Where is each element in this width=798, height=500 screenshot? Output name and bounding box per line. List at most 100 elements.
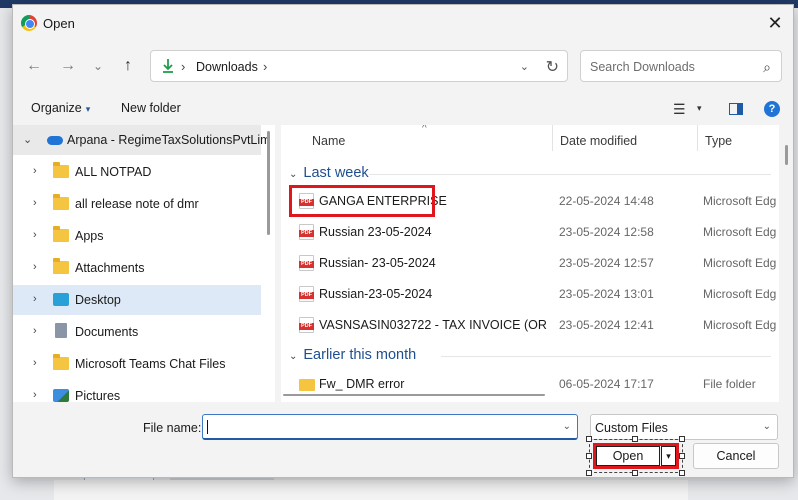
- tree-item-desktop[interactable]: › Desktop: [13, 285, 261, 315]
- cancel-button[interactable]: Cancel: [693, 443, 779, 469]
- file-date: 23-05-2024 12:41: [559, 318, 654, 332]
- group-divider: [369, 174, 771, 175]
- tree-item-documents[interactable]: › Documents: [13, 317, 261, 347]
- file-name-label: File name:: [143, 421, 202, 435]
- group-heading-last-week[interactable]: ⌄ Last week: [289, 165, 369, 181]
- group-heading-earlier-this-month[interactable]: ⌄ Earlier this month: [289, 347, 416, 363]
- address-dropdown-icon[interactable]: ⌄: [520, 60, 529, 73]
- chevron-down-icon[interactable]: ⌄: [563, 421, 571, 432]
- dialog-title: Open: [43, 16, 75, 31]
- chevron-right-icon[interactable]: ›: [33, 325, 37, 337]
- sort-ascending-icon: ^: [422, 125, 427, 134]
- open-split-dropdown[interactable]: ▾: [661, 446, 676, 466]
- tree-item-label: Microsoft Teams Chat Files: [75, 357, 226, 371]
- background-panel: [54, 480, 688, 500]
- up-arrow-icon[interactable]: ↑: [117, 55, 139, 77]
- chevron-right-icon[interactable]: ›: [33, 165, 37, 177]
- chevron-right-icon[interactable]: ›: [33, 293, 37, 305]
- recent-locations-icon[interactable]: ⌄: [87, 55, 109, 77]
- column-header-name[interactable]: Name: [312, 134, 345, 148]
- chevron-down-icon[interactable]: ⌄: [23, 133, 32, 146]
- search-input[interactable]: Search Downloads ⌕: [580, 50, 782, 82]
- folder-icon: [53, 194, 69, 210]
- folder-icon: [53, 162, 69, 178]
- file-name: Russian- 23-05-2024: [319, 256, 436, 270]
- search-icon[interactable]: ⌕: [763, 59, 771, 76]
- address-chevron-icon[interactable]: ›: [263, 59, 267, 74]
- folder-icon: [299, 379, 315, 391]
- file-type: File folder: [703, 377, 756, 391]
- selection-handle: [586, 453, 592, 459]
- file-row[interactable]: VASNSASIN032722 - TAX INVOICE (ORIGI... …: [281, 311, 779, 339]
- file-list-scrollbar[interactable]: [785, 145, 788, 165]
- refresh-icon[interactable]: ↻: [546, 57, 559, 77]
- column-header-date-modified[interactable]: Date modified: [560, 134, 637, 148]
- highlight-annotation: [289, 185, 435, 217]
- file-list: ^ Name Date modified Type ⌄Last week GAN…: [281, 125, 779, 402]
- pictures-icon: [53, 389, 69, 402]
- new-folder-button[interactable]: New folder: [121, 101, 181, 115]
- file-row[interactable]: Russian- 23-05-2024 23-05-2024 12:57 Mic…: [281, 249, 779, 277]
- file-name-input[interactable]: ⌄: [202, 414, 578, 440]
- column-divider[interactable]: [552, 125, 553, 151]
- chevron-down-icon[interactable]: ⌄: [289, 351, 297, 362]
- folder-icon: [53, 354, 69, 370]
- navigation-pane: ⌄ Arpana - RegimeTaxSolutionsPvtLim › AL…: [13, 125, 275, 402]
- horizontal-scrollbar[interactable]: [281, 393, 779, 398]
- tree-item-apps[interactable]: › Apps: [13, 221, 261, 251]
- file-type-value: Custom Files: [595, 421, 668, 435]
- chevron-right-icon[interactable]: ›: [33, 229, 37, 241]
- open-button[interactable]: Open: [596, 446, 660, 466]
- chevron-down-icon[interactable]: ⌄: [289, 169, 297, 180]
- folder-icon: [53, 258, 69, 274]
- column-divider[interactable]: [697, 125, 698, 151]
- tree-item-pictures[interactable]: › Pictures: [13, 381, 261, 402]
- file-name: Russian-23-05-2024: [319, 287, 433, 301]
- tree-item-teams-chat-files[interactable]: › Microsoft Teams Chat Files: [13, 349, 261, 379]
- file-type: Microsoft Edg: [703, 225, 777, 239]
- view-options-icon[interactable]: ☰: [673, 101, 686, 118]
- tree-item-all-notpad[interactable]: › ALL NOTPAD: [13, 157, 261, 187]
- address-chevron-icon[interactable]: ›: [181, 59, 185, 74]
- preview-pane-icon[interactable]: [729, 103, 743, 115]
- file-row[interactable]: Russian-23-05-2024 23-05-2024 13:01 Micr…: [281, 280, 779, 308]
- chevron-down-icon[interactable]: ⌄: [763, 421, 771, 432]
- file-name: VASNSASIN032722 - TAX INVOICE (ORIGI...: [319, 318, 547, 332]
- column-header-type[interactable]: Type: [705, 134, 732, 148]
- file-type: Microsoft Edg: [703, 318, 777, 332]
- selection-handle: [679, 470, 685, 476]
- chevron-right-icon[interactable]: ›: [33, 261, 37, 273]
- tree-item-attachments[interactable]: › Attachments: [13, 253, 261, 283]
- file-type: Microsoft Edg: [703, 194, 777, 208]
- forward-arrow-icon[interactable]: →: [57, 55, 79, 77]
- chevron-right-icon[interactable]: ›: [33, 389, 37, 401]
- help-icon[interactable]: ?: [764, 101, 780, 117]
- pdf-file-icon: [299, 255, 314, 271]
- organize-button[interactable]: Organize ▾: [31, 101, 90, 115]
- file-date: 23-05-2024 13:01: [559, 287, 654, 301]
- onedrive-cloud-icon: [47, 136, 63, 145]
- navigation-pane-scrollbar[interactable]: [267, 131, 270, 235]
- selection-handle: [632, 470, 638, 476]
- title-bar: Open ✕: [13, 5, 793, 41]
- pdf-file-icon: [299, 286, 314, 302]
- tree-item-release-notes[interactable]: › all release note of dmr: [13, 189, 261, 219]
- group-label: Earlier this month: [303, 347, 417, 363]
- horizontal-scrollbar-thumb[interactable]: [283, 394, 545, 396]
- close-icon[interactable]: ✕: [763, 11, 787, 35]
- tree-item-label: ALL NOTPAD: [75, 165, 152, 179]
- selection-handle: [632, 436, 638, 442]
- tree-item-onedrive[interactable]: ⌄ Arpana - RegimeTaxSolutionsPvtLim: [13, 125, 271, 155]
- group-label: Last week: [303, 165, 369, 181]
- file-row[interactable]: Russian 23-05-2024 23-05-2024 12:58 Micr…: [281, 218, 779, 246]
- file-name: Russian 23-05-2024: [319, 225, 432, 239]
- address-bar[interactable]: › Downloads › ⌄ ↻: [150, 50, 568, 82]
- caret-down-icon: ▾: [85, 104, 91, 114]
- download-icon: [163, 59, 173, 73]
- caret-down-icon[interactable]: ▾: [697, 103, 702, 114]
- address-location[interactable]: Downloads: [196, 60, 258, 74]
- chevron-right-icon[interactable]: ›: [33, 197, 37, 209]
- back-arrow-icon[interactable]: ←: [23, 55, 45, 77]
- pdf-file-icon: [299, 317, 314, 333]
- chevron-right-icon[interactable]: ›: [33, 357, 37, 369]
